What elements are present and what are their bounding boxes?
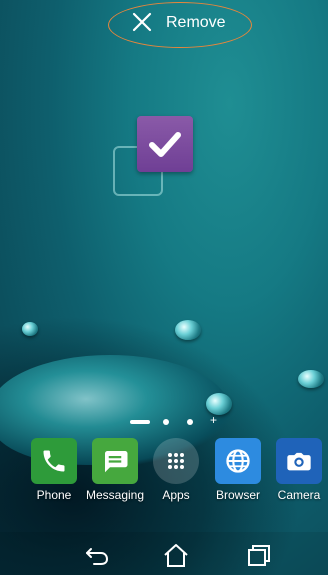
page-indicator-dot <box>187 419 193 425</box>
dragged-app-icon[interactable] <box>137 116 193 172</box>
water-drop <box>22 322 38 336</box>
close-icon <box>132 12 152 32</box>
dock-item-browser[interactable]: Browser <box>208 438 268 508</box>
page-indicator-dot <box>163 419 169 425</box>
water-drop <box>206 393 232 415</box>
home-icon[interactable] <box>161 540 191 570</box>
dock-label: Messaging <box>85 488 145 502</box>
page-indicator-current <box>130 420 150 424</box>
dock-label: Phone <box>36 488 72 502</box>
page-indicator: + <box>130 413 220 431</box>
dock-label: Apps <box>162 488 190 502</box>
home-screen: Remove + Phone Messaging Apps Browser Ca… <box>0 0 328 575</box>
dock-item-phone[interactable]: Phone <box>24 438 84 508</box>
dock-label: Camera <box>277 488 321 502</box>
dock-label: Browser <box>215 488 260 502</box>
camera-icon <box>276 438 322 484</box>
water-drop <box>298 370 324 388</box>
phone-icon <box>31 438 77 484</box>
dock-item-messaging[interactable]: Messaging <box>85 438 145 508</box>
dock: Phone Messaging Apps Browser Camera <box>0 438 328 508</box>
dock-item-camera[interactable]: Camera <box>269 438 328 508</box>
recents-icon[interactable] <box>244 540 274 570</box>
check-icon <box>149 132 181 157</box>
remove-label: Remove <box>166 14 226 31</box>
back-icon[interactable] <box>82 540 112 570</box>
water-drop <box>175 320 201 340</box>
add-page-icon[interactable]: + <box>210 413 217 427</box>
apps-grid-icon <box>153 438 199 484</box>
globe-icon <box>215 438 261 484</box>
message-icon <box>92 438 138 484</box>
navigation-bar <box>0 532 328 575</box>
dock-item-apps[interactable]: Apps <box>146 438 206 508</box>
